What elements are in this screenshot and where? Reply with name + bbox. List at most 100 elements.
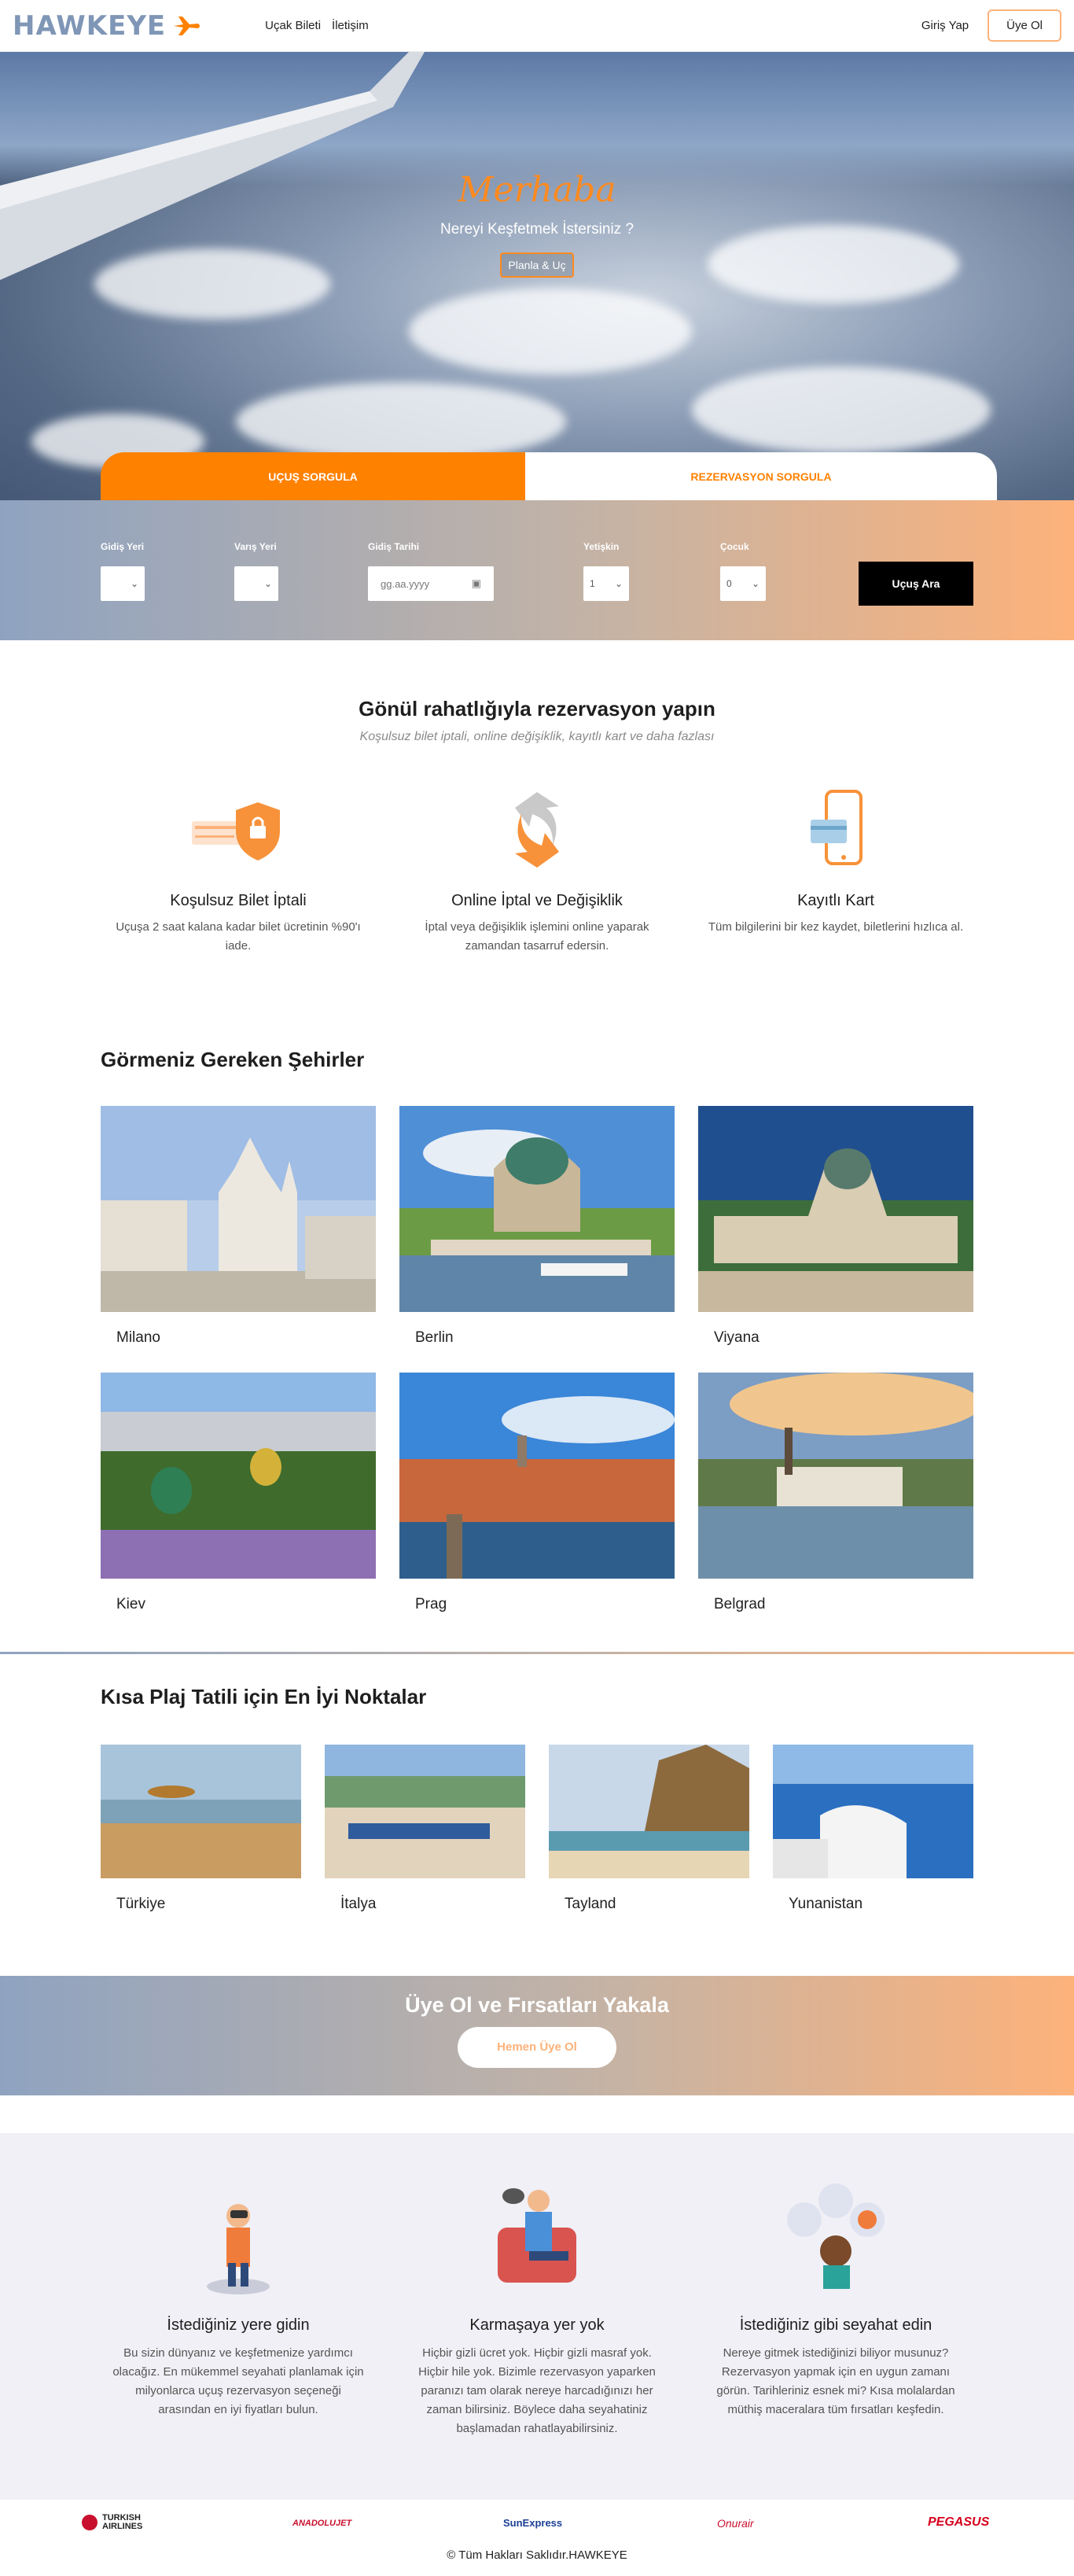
beach-card[interactable]: Yunanistan xyxy=(773,1745,973,1913)
signup-banner: Üye Ol ve Fırsatları Yakala Hemen Üye Ol xyxy=(0,1976,1074,2095)
signup-now-button[interactable]: Hemen Üye Ol xyxy=(458,2027,616,2068)
tab-flight-query[interactable]: UÇUŞ SORGULA xyxy=(101,452,525,501)
city-name: Prag xyxy=(415,1596,447,1612)
chevron-down-icon: ⌄ xyxy=(751,578,760,589)
airline-logos: TURKISH AIRLINES ANADOLUJET SunExpress O… xyxy=(0,2500,1074,2547)
adult-select[interactable]: 1 ⌄ xyxy=(583,566,629,601)
section-divider xyxy=(0,1652,1074,1654)
beach-card[interactable]: Tayland xyxy=(549,1745,749,1913)
airline-logo-turkish: TURKISH AIRLINES xyxy=(82,2514,148,2531)
to-field: Varış Yeri ⌄ xyxy=(234,541,278,601)
calendar-icon[interactable]: ▣ xyxy=(472,577,481,590)
top-navbar: HAWKEYE Uçak Bileti İletişim Giriş Yap Ü… xyxy=(0,0,1074,52)
chevron-down-icon: ⌄ xyxy=(263,578,272,589)
adult-label: Yetişkin xyxy=(583,541,620,552)
beach-name: Türkiye xyxy=(116,1896,166,1912)
date-placeholder: gg.aa.yyyy xyxy=(381,577,430,590)
features-subtitle: Koşulsuz bilet iptali, online değişiklik… xyxy=(359,730,715,743)
feature-title: Kayıtlı Kart xyxy=(797,892,874,909)
plan-fly-button[interactable]: Planla & Uç xyxy=(500,252,574,278)
child-label: Çocuk xyxy=(720,541,749,552)
why-title: İstediğiniz yere gidin xyxy=(167,2316,310,2334)
beach-card[interactable]: İtalya xyxy=(325,1745,525,1913)
footer-copyright: © Tüm Hakları Saklıdır.HAWKEYE xyxy=(447,2548,627,2562)
airline-logo-anadolujet: ANADOLUJET xyxy=(292,2519,352,2528)
feature-title: Online İptal ve Değişiklik xyxy=(451,892,623,909)
chevron-down-icon: ⌄ xyxy=(614,578,623,589)
why-title: İstediğiniz gibi seyahat edin xyxy=(739,2316,932,2334)
features-title: Gönül rahatlığıyla rezervasyon yapın xyxy=(359,697,715,720)
cities-title: Görmeniz Gereken Şehirler xyxy=(101,1048,365,1071)
signup-banner-title: Üye Ol ve Fırsatları Yakala xyxy=(405,1993,669,2017)
traveler-globe-illustration xyxy=(787,2184,885,2289)
logo-text[interactable]: HAWKEYE xyxy=(13,10,166,42)
city-image-milano[interactable] xyxy=(101,1106,376,1312)
beach-image-turkiye[interactable] xyxy=(101,1745,301,1878)
beach-image-italya[interactable] xyxy=(325,1745,525,1878)
chevron-down-icon: ⌄ xyxy=(130,578,138,589)
city-card[interactable]: Belgrad xyxy=(698,1373,973,1613)
nav-contact[interactable]: İletişim xyxy=(332,19,369,32)
hero-greeting: Merhaba xyxy=(458,170,616,210)
beach-image-tayland[interactable] xyxy=(549,1745,749,1878)
logo[interactable]: HAWKEYE xyxy=(13,10,202,42)
adult-field: Yetişkin 1 ⌄ xyxy=(583,541,629,601)
city-card[interactable]: Kiev xyxy=(101,1373,376,1613)
airline-logo-onurair: Onurair xyxy=(717,2517,754,2530)
city-image-viyana[interactable] xyxy=(698,1106,973,1312)
turkish-airlines-icon xyxy=(82,2515,97,2530)
from-label: Gidiş Yeri xyxy=(101,541,145,552)
flight-search-form: Gidiş Yeri ⌄ Varış Yeri ⌄ Gidiş Tarihi g… xyxy=(0,500,1074,640)
feature-text: Tüm bilgilerini bir kez kaydet, biletler… xyxy=(708,920,964,934)
beach-card[interactable]: Türkiye xyxy=(101,1745,301,1913)
city-image-prag[interactable] xyxy=(399,1373,675,1579)
beach-image-yunanistan[interactable] xyxy=(773,1745,973,1878)
why-item: İstediğiniz gibi seyahat edin Nereye git… xyxy=(706,2172,965,2419)
feature-saved-card: Kayıtlı Kart Tüm bilgilerini bir kez kay… xyxy=(702,779,969,937)
city-name: Belgrad xyxy=(714,1596,766,1612)
city-card[interactable]: Milano xyxy=(101,1106,376,1347)
beach-name: Yunanistan xyxy=(789,1896,863,1912)
city-name: Milano xyxy=(116,1329,160,1346)
feature-text: Uçuşa 2 saat kalana kadar bilet ücretini… xyxy=(116,920,361,953)
why-item: İstediğiniz yere gidin Bu sizin dünyanız… xyxy=(109,2172,368,2419)
date-label: Gidiş Tarihi xyxy=(368,541,420,552)
feature-cancel: Koşulsuz Bilet İptali Uçuşa 2 saat kalan… xyxy=(105,779,372,956)
hero-cloud xyxy=(692,367,991,453)
child-select[interactable]: 0 ⌄ xyxy=(720,566,766,601)
city-card[interactable]: Prag xyxy=(399,1373,675,1613)
child-field: Çocuk 0 ⌄ xyxy=(720,541,766,601)
traveler-binoculars-illustration xyxy=(207,2204,270,2294)
hero-banner: Merhaba Nereyi Keşfetmek İstersiniz ? Pl… xyxy=(0,52,1074,500)
search-flight-button[interactable]: Uçuş Ara xyxy=(859,562,973,606)
airline-name: TURKISH AIRLINES xyxy=(102,2513,143,2531)
why-text: Nereye gitmek istediğinizi biliyor musun… xyxy=(716,2346,955,2416)
city-card[interactable]: Berlin xyxy=(399,1106,675,1347)
airline-logo-sunexpress: SunExpress xyxy=(503,2517,563,2529)
beach-name: İtalya xyxy=(340,1896,377,1912)
from-select[interactable]: ⌄ xyxy=(101,566,145,601)
login-link[interactable]: Giriş Yap xyxy=(921,19,969,32)
feature-online-change: Online İptal ve Değişiklik İptal veya de… xyxy=(403,779,671,956)
city-image-belgrad[interactable] xyxy=(698,1373,973,1579)
relaxed-person-chair-illustration xyxy=(498,2188,576,2283)
airplane-icon xyxy=(174,16,200,35)
city-image-berlin[interactable] xyxy=(399,1106,675,1312)
date-input[interactable]: gg.aa.yyyy ▣ xyxy=(368,566,494,601)
date-field: Gidiş Tarihi gg.aa.yyyy ▣ xyxy=(368,541,494,601)
why-title: Karmaşaya yer yok xyxy=(469,2316,605,2334)
city-image-kiev[interactable] xyxy=(101,1373,376,1579)
signup-button[interactable]: Üye Ol xyxy=(988,9,1061,42)
phone-card-icon xyxy=(811,790,863,865)
why-text: Bu sizin dünyanız ve keşfetmenize yardım… xyxy=(112,2346,364,2416)
search-tabs: UÇUŞ SORGULA REZERVASYON SORGULA xyxy=(101,452,997,501)
tab-reservation-query[interactable]: REZERVASYON SORGULA xyxy=(525,452,997,501)
to-select[interactable]: ⌄ xyxy=(234,566,278,601)
nav-flight-ticket[interactable]: Uçak Bileti xyxy=(265,19,321,32)
hero-subtitle: Nereyi Keşfetmek İstersiniz ? xyxy=(440,221,634,238)
feature-text: İptal veya değişiklik işlemini online ya… xyxy=(425,920,649,953)
why-item: Karmaşaya yer yok Hiçbir gizli ücret yok… xyxy=(407,2172,667,2438)
adult-value: 1 xyxy=(590,578,595,589)
refresh-icon xyxy=(515,792,559,868)
city-card[interactable]: Viyana xyxy=(698,1106,973,1347)
